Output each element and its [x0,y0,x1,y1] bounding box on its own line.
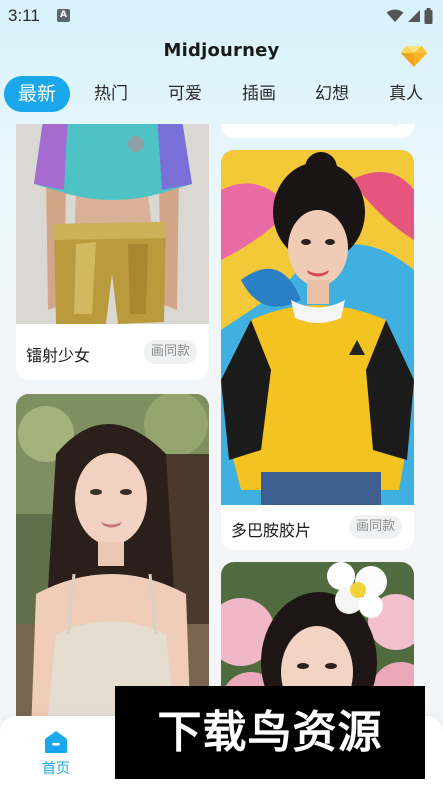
feed-card-partial[interactable] [221,124,414,138]
tab-cute[interactable]: 可爱 [156,76,214,112]
tab-latest[interactable]: 最新 [4,76,70,112]
wifi-icon [386,9,404,22]
system-icons [386,6,433,26]
home-icon [45,731,67,753]
feed-card-dopamine-film[interactable]: 多巴胺胶片 画同款 [221,150,414,550]
draw-same-button[interactable]: 画同款 [348,515,402,539]
feed-card-camisole-girl[interactable] [16,394,209,716]
page-title: Midjourney [163,40,280,61]
tab-illustration[interactable]: 插画 [230,76,288,112]
signal-icon [408,10,420,22]
girl-white-camisole-photo [16,394,209,716]
battery-icon [424,8,433,24]
draw-same-button[interactable]: 画同款 [143,340,197,364]
status-time: 3:11 [8,6,40,25]
tab-hot[interactable]: 热门 [82,76,140,112]
nav-home-button[interactable]: 首页 [28,728,84,778]
card-title: 多巴胺胶片 [231,521,312,540]
diamond-icon[interactable] [401,44,427,68]
category-tabs: 最新 热门 可爱 插画 幻想 真人 [0,72,443,116]
tab-real-person[interactable]: 真人 [377,76,435,112]
girl-yellow-sweater-photo [221,150,414,505]
notification-icon: A [57,9,70,22]
watermark: 下载鸟资源 [115,686,425,779]
girl-gold-shorts-photo [16,124,209,324]
image-feed[interactable]: 镭射少女 画同款 多巴胺胶片 画同款 [0,124,443,716]
draw-same-button[interactable] [388,124,402,126]
tab-fantasy[interactable]: 幻想 [303,76,361,112]
status-bar: 3:11 A [0,0,443,32]
card-title: 镭射少女 [26,346,91,365]
feed-card-laser-girl[interactable]: 镭射少女 画同款 [16,124,209,380]
nav-home-label: 首页 [42,761,70,777]
